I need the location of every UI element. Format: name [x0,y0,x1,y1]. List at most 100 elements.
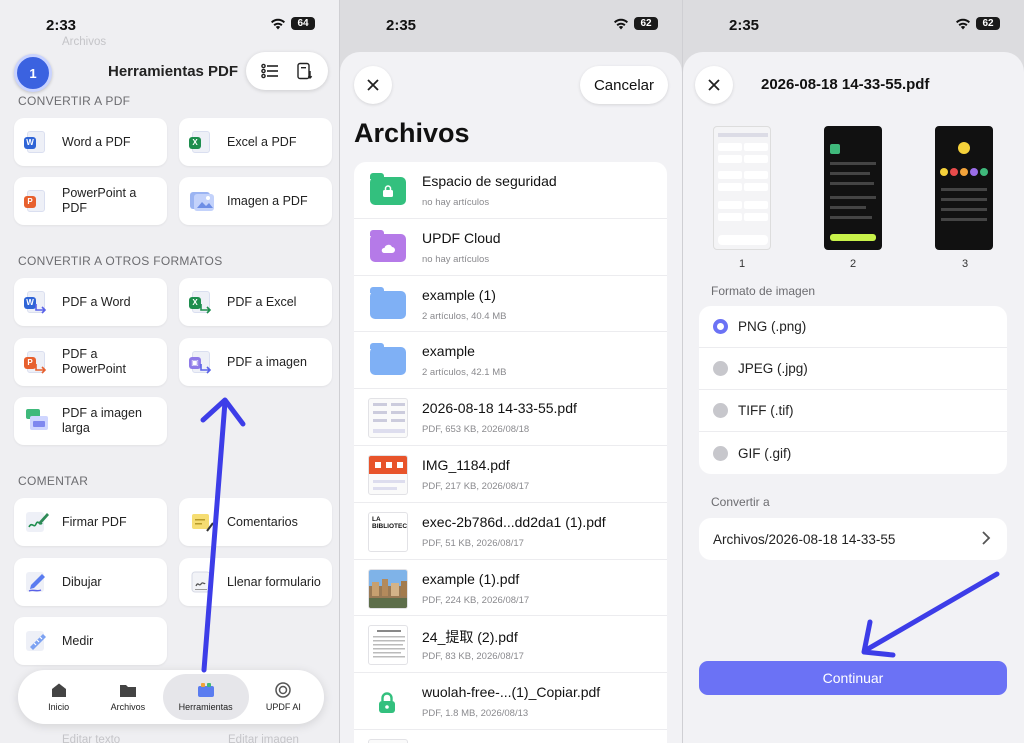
word-icon: W [24,129,50,155]
format-option-jpeg[interactable]: JPEG (.jpg) [699,348,1007,390]
page-thumbnail[interactable] [935,126,993,250]
tab-bar: Inicio Archivos Herramientas UPDF AI [18,670,324,724]
pdf-thumbnail [368,738,408,743]
file-picker-sheet: Cancelar Archivos Espacio de seguridad n… [340,52,682,743]
comments-tile[interactable]: Comentarios [179,498,332,546]
list-item[interactable]: IMG_1184.pdf PDF, 217 KB, 2026/08/17 [354,446,667,503]
section-convert-to-pdf: CONVERTIR A PDF [18,94,131,108]
list-item[interactable]: UPDF Cloud no hay artículos [354,219,667,276]
pdf-to-word-tile[interactable]: W PDF a Word [14,278,167,326]
tile-label: Excel a PDF [227,134,297,149]
file-name: wuolah-free-...(1)_Copiar.pdf [422,684,601,701]
tile-label: Medir [62,633,94,648]
page-title: Herramientas PDF [108,63,239,80]
tile-label: Firmar PDF [62,514,127,529]
status-bar: 2:35 62 [683,14,1024,36]
lock-icon [374,690,400,721]
avatar[interactable]: 1 [14,54,52,92]
radio-icon[interactable] [713,361,728,376]
wifi-icon [956,18,970,29]
tab-label: Archivos [110,702,146,712]
section-comment: COMENTAR [18,474,89,488]
continue-button[interactable]: Continuar [699,661,1007,695]
cloud-folder-icon [370,229,406,262]
list-item[interactable]: Espacio de seguridad no hay artículos [354,162,667,219]
measure-tile[interactable]: Medir [14,617,167,665]
powerpoint-icon: P [24,349,50,375]
tools-panel: Archivos 2:33 64 1 Herramientas PDF CONV… [0,0,339,743]
page-title: Archivos [354,118,470,148]
export-panel: 2:35 62 2026-08-18 14-33-55.pdf 1 2 3 Fo… [682,0,1024,743]
tools-header: 1 Herramientas PDF [0,52,339,92]
pdf-to-ppt-tile[interactable]: P PDF a PowerPoint [14,338,167,386]
tab-ai[interactable]: UPDF AI [249,674,318,720]
faded-edit-image: Editar imagen [228,734,299,743]
status-time: 2:33 [46,17,77,34]
list-item[interactable]: 24_提取 (2).pdf PDF, 83 KB, 2026/08/17 [354,616,667,674]
tile-label: PDF a Word [62,294,131,309]
page-thumbnail[interactable] [824,126,882,250]
close-button[interactable] [354,66,392,104]
list-item[interactable] [354,730,667,743]
file-name: 24_提取 (2).pdf [422,629,518,646]
word-to-pdf-tile[interactable]: W Word a PDF [14,118,167,166]
home-icon [51,683,66,697]
wifi-icon [271,18,285,29]
pdf-to-excel-tile[interactable]: X PDF a Excel [179,278,332,326]
list-item[interactable]: wuolah-free-...(1)_Copiar.pdf PDF, 1.8 M… [354,673,667,730]
image-icon: ▣ [189,349,215,375]
cancel-button[interactable]: Cancelar [579,66,668,104]
image-to-pdf-tile[interactable]: Imagen a PDF [179,177,332,225]
tile-label: PDF a Excel [227,294,297,309]
pdf-thumbnail [368,454,408,495]
faded-background-text: Archivos [62,36,107,48]
thumbnail-text: LA BIBLIOTECA [372,515,408,530]
file-meta: 2 artículos, 42.1 MB [422,367,507,379]
powerpoint-icon: P [24,188,50,214]
file-meta: PDF, 653 KB, 2026/08/18 [422,424,530,436]
page-thumbnail[interactable] [713,126,771,250]
excel-icon: X [189,129,215,155]
tab-files[interactable]: Archivos [93,674,162,720]
format-option-png[interactable]: PNG (.png) [699,306,1007,348]
folder-icon [370,286,406,319]
fill-form-tile[interactable]: Llenar formulario [179,558,332,606]
file-name: example (1) [422,286,496,303]
radio-icon[interactable] [713,403,728,418]
tab-tools[interactable]: Herramientas [162,674,249,720]
option-label: GIF (.gif) [738,445,792,461]
list-item[interactable]: example (1) 2 artículos, 40.4 MB [354,276,667,333]
document-title: 2026-08-18 14-33-55.pdf [761,76,930,93]
file-name: example [422,343,475,360]
pdf-to-long-image-tile[interactable]: PDF a imagen larga [14,397,167,445]
list-item[interactable]: example 2 artículos, 42.1 MB [354,332,667,390]
sign-pdf-tile[interactable]: Firmar PDF [14,498,167,546]
file-name: IMG_1184.pdf [422,456,510,473]
tab-home[interactable]: Inicio [24,674,93,720]
draw-tile[interactable]: Dibujar [14,558,167,606]
file-name: example (1).pdf [422,570,520,587]
format-option-gif[interactable]: GIF (.gif) [699,432,1007,474]
header-actions [246,52,328,90]
file-meta: PDF, 1.8 MB, 2026/08/13 [422,708,529,720]
destination-selector[interactable]: Archivos/2026-08-18 14-33-55 [699,518,1007,560]
tab-label: UPDF AI [265,702,301,712]
sort-files-icon[interactable] [294,60,316,82]
pdf-to-image-tile[interactable]: ▣ PDF a imagen [179,338,332,386]
close-button[interactable] [695,66,733,104]
tile-label: Llenar formulario [227,574,321,589]
tile-label: PDF a PowerPoint [62,347,126,376]
list-view-icon[interactable] [259,60,281,82]
battery-icon: 62 [976,17,1000,30]
photo-thumbnail [368,568,408,609]
format-option-tiff[interactable]: TIFF (.tif) [699,390,1007,432]
list-item[interactable]: 2026-08-18 14-33-55.pdf PDF, 653 KB, 202… [354,389,667,446]
battery-icon: 64 [291,17,315,30]
list-item[interactable]: example (1).pdf PDF, 224 KB, 2026/08/17 [354,560,667,617]
radio-icon[interactable] [713,445,728,461]
ppt-to-pdf-tile[interactable]: P PowerPoint a PDF [14,177,167,225]
excel-to-pdf-tile[interactable]: X Excel a PDF [179,118,332,166]
list-item[interactable]: LA BIBLIOTECA exec-2b786d...dd2da1 (1).p… [354,503,667,560]
signature-icon [24,509,50,535]
radio-selected-icon[interactable] [713,319,728,334]
